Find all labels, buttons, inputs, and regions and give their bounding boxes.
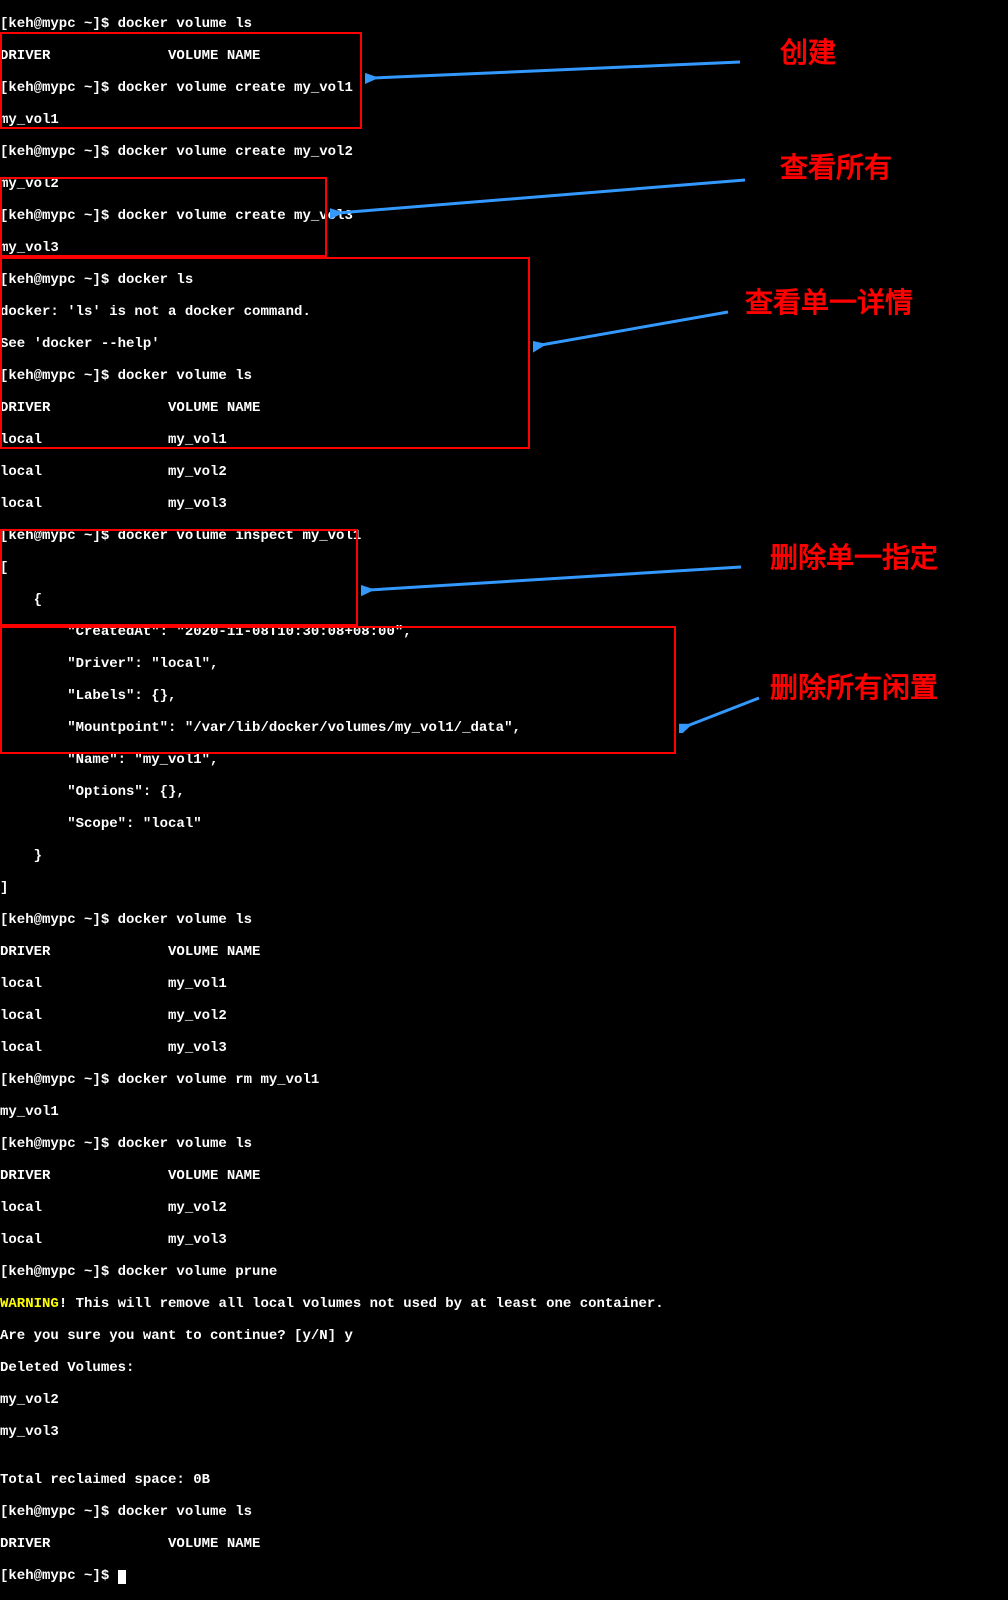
line: [keh@mypc ~]$ docker volume ls [0,1504,1008,1520]
line: [keh@mypc ~]$ docker volume ls [0,1136,1008,1152]
line: [keh@mypc ~]$ docker ls [0,272,1008,288]
line: DRIVER VOLUME NAME [0,48,1008,64]
line: [keh@mypc ~]$ docker volume ls [0,368,1008,384]
line: DRIVER VOLUME NAME [0,1168,1008,1184]
line: See 'docker --help' [0,336,1008,352]
line: [keh@mypc ~]$ docker volume ls [0,16,1008,32]
line: Total reclaimed space: 0B [0,1472,1008,1488]
line: [keh@mypc ~]$ docker volume create my_vo… [0,80,1008,96]
line: local my_vol2 [0,1008,1008,1024]
line: "Options": {}, [0,784,1008,800]
line: { [0,592,1008,608]
line: my_vol1 [0,112,1008,128]
line: local my_vol2 [0,1200,1008,1216]
warning-rest: ! This will remove all local volumes not… [59,1296,664,1312]
line: ] [0,880,1008,896]
prompt-line[interactable]: [keh@mypc ~]$ [0,1568,1008,1584]
line: [keh@mypc ~]$ docker volume rm my_vol1 [0,1072,1008,1088]
line: my_vol1 [0,1104,1008,1120]
warning-label: WARNING [0,1296,59,1312]
line: "Scope": "local" [0,816,1008,832]
line: } [0,848,1008,864]
line: "Name": "my_vol1", [0,752,1008,768]
annotation-remove-one: 删除单一指定 [770,550,938,566]
line: Are you sure you want to continue? [y/N]… [0,1328,1008,1344]
line: DRIVER VOLUME NAME [0,944,1008,960]
line: Deleted Volumes: [0,1360,1008,1376]
line: local my_vol2 [0,464,1008,480]
annotation-inspect: 查看单一详情 [745,295,913,311]
line: WARNING! This will remove all local volu… [0,1296,1008,1312]
line: [keh@mypc ~]$ docker volume create my_vo… [0,208,1008,224]
prompt-text: [keh@mypc ~]$ [0,1568,118,1584]
line: local my_vol3 [0,1040,1008,1056]
line: "CreatedAt": "2020-11-08T10:30:08+08:00"… [0,624,1008,640]
line: DRIVER VOLUME NAME [0,400,1008,416]
annotation-list-all: 查看所有 [780,160,892,176]
line: local my_vol3 [0,1232,1008,1248]
line: "Driver": "local", [0,656,1008,672]
terminal-output: [keh@mypc ~]$ docker volume ls DRIVER VO… [0,0,1008,1600]
annotation-prune: 删除所有闲置 [770,680,938,696]
line: DRIVER VOLUME NAME [0,1536,1008,1552]
line: local my_vol3 [0,496,1008,512]
line: my_vol3 [0,1424,1008,1440]
line: local my_vol1 [0,976,1008,992]
line: my_vol3 [0,240,1008,256]
line: [keh@mypc ~]$ docker volume prune [0,1264,1008,1280]
line: "Mountpoint": "/var/lib/docker/volumes/m… [0,720,1008,736]
line: my_vol2 [0,1392,1008,1408]
cursor-icon [118,1570,126,1584]
line: [keh@mypc ~]$ docker volume ls [0,912,1008,928]
line: local my_vol1 [0,432,1008,448]
annotation-create: 创建 [780,45,836,61]
